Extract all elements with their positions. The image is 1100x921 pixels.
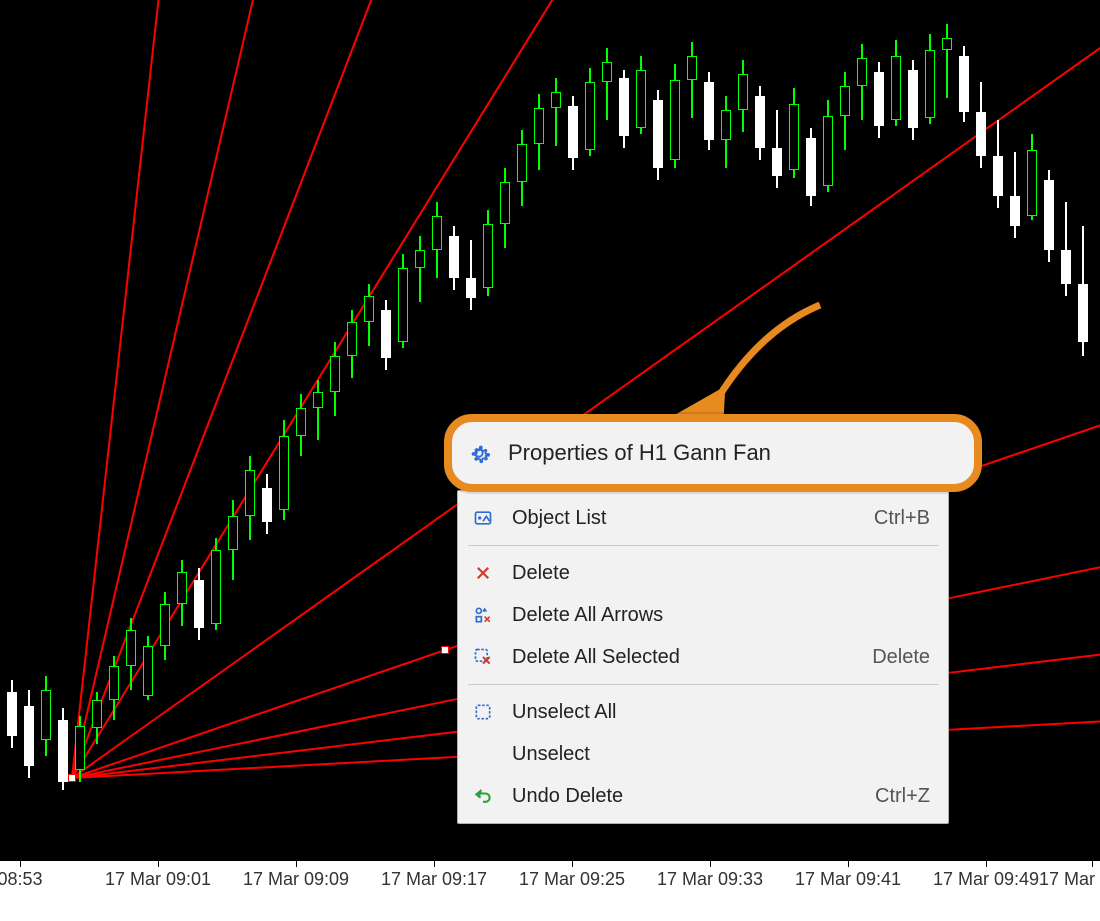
menu-item-label: Unselect bbox=[512, 743, 930, 766]
gear-icon bbox=[468, 442, 490, 464]
x-tick bbox=[434, 861, 435, 867]
x-axis-label: 17 Mar 09:17 bbox=[381, 869, 487, 890]
x-axis-label: 17 Mar 09:33 bbox=[657, 869, 763, 890]
menu-item-label: Delete All Arrows bbox=[512, 604, 930, 627]
x-axis-label: 17 Mar 09:49 bbox=[933, 869, 1039, 890]
x-axis-label: 17 Mar 09:25 bbox=[519, 869, 625, 890]
menu-item[interactable]: Unselect All bbox=[458, 691, 948, 733]
objects-icon bbox=[472, 507, 494, 529]
x-tick bbox=[710, 861, 711, 867]
x-axis-label: 08:53 bbox=[0, 869, 43, 890]
x-axis-label: 17 Mar 09:09 bbox=[243, 869, 349, 890]
x-tick bbox=[158, 861, 159, 867]
menu-item[interactable]: Delete All Selected Delete bbox=[458, 636, 948, 678]
x-axis-label: 17 Mar 09:57 bbox=[1039, 869, 1100, 890]
delete-icon bbox=[472, 562, 494, 584]
menu-item-label: Delete All Selected bbox=[512, 646, 832, 669]
x-tick bbox=[20, 861, 21, 867]
menu-item[interactable]: Object List Ctrl+B bbox=[458, 497, 948, 539]
menu-item-shortcut: Ctrl+B bbox=[874, 507, 930, 530]
context-menu[interactable]: Object List Ctrl+B Delete Delete All Arrows… bbox=[457, 490, 949, 824]
selection-handle[interactable] bbox=[441, 646, 449, 654]
x-tick bbox=[572, 861, 573, 867]
menu-item-label: Undo Delete bbox=[512, 785, 835, 808]
menu-item-shortcut: Ctrl+Z bbox=[875, 785, 930, 808]
selection-handle[interactable] bbox=[68, 774, 76, 782]
x-tick bbox=[848, 861, 849, 867]
menu-item-shortcut: Delete bbox=[872, 646, 930, 669]
menu-item-label: Delete bbox=[512, 562, 930, 585]
menu-separator bbox=[468, 684, 938, 685]
delete-sel-icon bbox=[472, 646, 494, 668]
menu-separator bbox=[468, 545, 938, 546]
menu-item-label: Object List bbox=[512, 507, 834, 530]
x-axis: 08:53 17 Mar 09:01 17 Mar 09:09 17 Mar 09:1… bbox=[0, 860, 1100, 921]
x-tick bbox=[1092, 861, 1093, 867]
unselect-icon bbox=[472, 701, 494, 723]
menu-item[interactable]: Delete bbox=[458, 552, 948, 594]
blank-icon bbox=[472, 743, 494, 765]
menu-item-label: Unselect All bbox=[512, 701, 930, 724]
menu-item[interactable]: Unselect bbox=[458, 733, 948, 775]
menu-item[interactable]: Delete All Arrows bbox=[458, 594, 948, 636]
menu-item[interactable]: Undo Delete Ctrl+Z bbox=[458, 775, 948, 817]
arrows-icon bbox=[472, 604, 494, 626]
menu-item-label: Properties of H1 Gann Fan bbox=[508, 440, 771, 466]
x-axis-label: 17 Mar 09:41 bbox=[795, 869, 901, 890]
x-tick bbox=[986, 861, 987, 867]
callout-highlight: Properties of H1 Gann Fan bbox=[444, 414, 982, 492]
undo-icon bbox=[472, 785, 494, 807]
x-axis-label: 17 Mar 09:01 bbox=[105, 869, 211, 890]
x-tick bbox=[296, 861, 297, 867]
